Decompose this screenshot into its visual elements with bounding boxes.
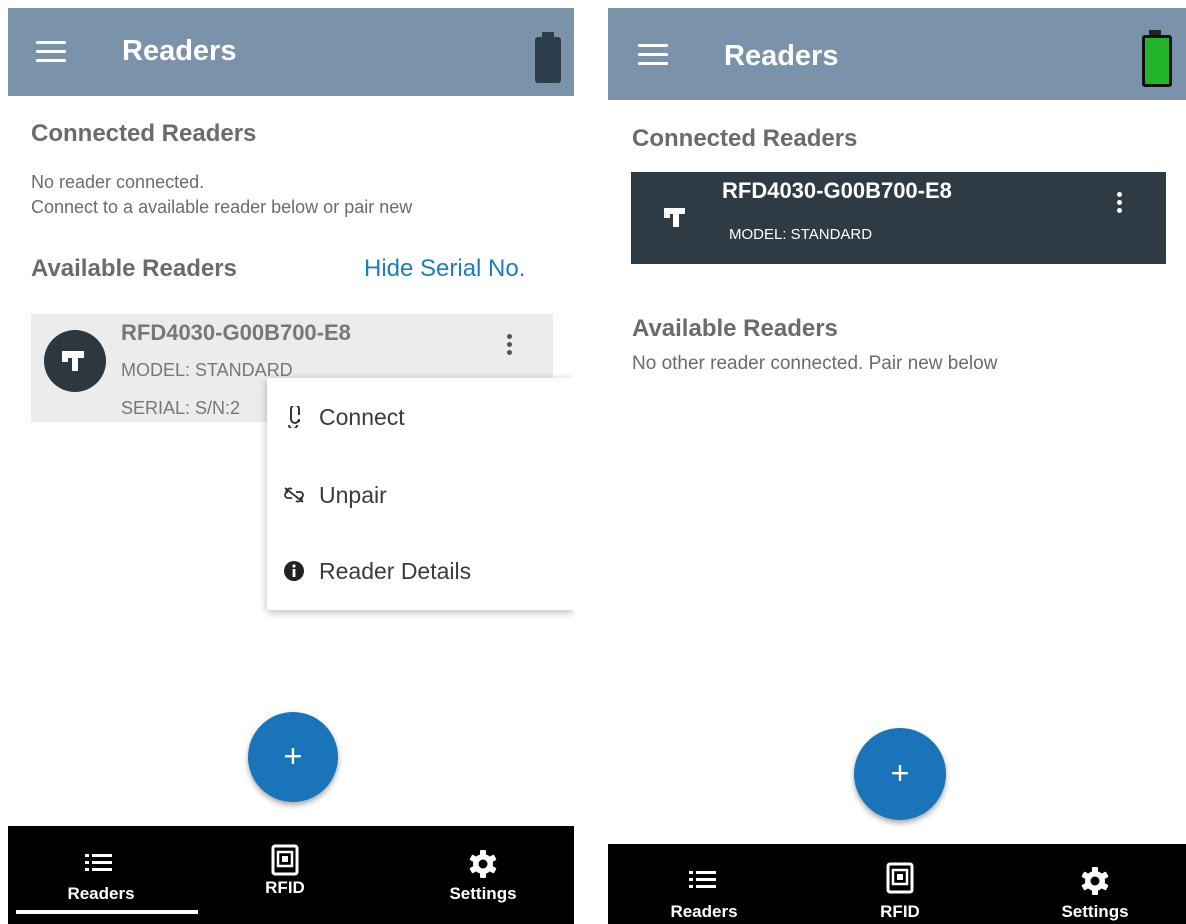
more-options-icon[interactable] — [1117, 192, 1123, 216]
nav-settings[interactable]: Settings — [403, 826, 563, 924]
menu-item-reader-details[interactable]: Reader Details — [267, 534, 574, 608]
available-readers-heading: Available Readers — [31, 255, 237, 282]
link-icon — [288, 406, 300, 428]
hamburger-menu-icon[interactable] — [36, 41, 66, 63]
nav-label: RFID — [265, 878, 305, 897]
readers-screen-menu-open: Readers Connected Readers No reader conn… — [8, 0, 574, 924]
bottom-navigation: Readers RFID Settings — [8, 826, 574, 924]
app-bar: Readers — [8, 8, 574, 96]
readers-screen-connected: Readers Connected Readers RFD4030-G00B70… — [608, 0, 1186, 924]
hide-serial-link[interactable]: Hide Serial No. — [364, 255, 525, 283]
app-title: Readers — [122, 35, 237, 67]
connected-readers-heading: Connected Readers — [31, 120, 257, 147]
menu-item-connect[interactable]: Connect — [267, 380, 574, 454]
rfid-icon — [271, 844, 299, 876]
rfid-icon — [886, 862, 914, 894]
pair-new-reader-button[interactable]: + — [248, 712, 338, 802]
gear-icon — [469, 850, 497, 878]
reader-device-icon — [664, 208, 685, 227]
plus-icon: + — [890, 754, 910, 791]
bottom-navigation: Readers RFID Settings — [608, 844, 1186, 924]
nav-settings[interactable]: Settings — [1015, 844, 1175, 924]
reader-serial: SERIAL: S/N:2 — [121, 398, 241, 418]
nav-label: Readers — [670, 902, 738, 921]
reader-context-menu: Connect Unpair Reader Details — [267, 378, 574, 610]
hamburger-menu-icon[interactable] — [638, 44, 668, 66]
list-icon — [689, 871, 716, 888]
reader-avatar — [44, 330, 106, 392]
list-icon — [85, 854, 112, 871]
menu-item-label: Reader Details — [319, 558, 472, 584]
menu-item-label: Unpair — [319, 482, 387, 508]
selected-tab-indicator — [16, 910, 198, 914]
info-icon — [284, 561, 304, 581]
battery-icon — [1142, 30, 1174, 88]
pair-new-reader-button[interactable]: + — [854, 728, 946, 820]
available-readers-heading: Available Readers — [632, 315, 838, 342]
plus-icon: + — [283, 737, 303, 774]
nav-label: RFID — [880, 902, 920, 921]
reader-device-icon — [62, 351, 84, 371]
nav-label: Readers — [67, 884, 135, 903]
connected-readers-heading: Connected Readers — [632, 125, 858, 152]
gear-icon — [1081, 867, 1109, 895]
nav-label: Settings — [1061, 902, 1129, 921]
reader-model: MODEL: STANDARD — [729, 226, 873, 243]
app-bar: Readers — [608, 8, 1186, 100]
more-options-icon[interactable] — [507, 334, 513, 358]
menu-item-label: Connect — [319, 404, 405, 430]
app-title: Readers — [724, 40, 839, 72]
nav-label: Settings — [449, 884, 517, 903]
nav-readers[interactable]: Readers — [624, 844, 784, 924]
unlink-icon — [284, 487, 304, 503]
nav-rfid[interactable]: RFID — [820, 844, 980, 924]
connected-reader-card[interactable]: RFD4030-G00B700-E8 MODEL: STANDARD — [631, 172, 1166, 264]
nav-rfid[interactable]: RFID — [205, 826, 365, 924]
reader-name: RFD4030-G00B700-E8 — [121, 320, 351, 345]
menu-item-unpair[interactable]: Unpair — [267, 458, 574, 532]
no-reader-message: No reader connected. — [31, 172, 205, 192]
connect-hint-message: Connect to a available reader below or p… — [31, 197, 413, 217]
no-other-reader-message: No other reader connected. Pair new belo… — [632, 353, 998, 374]
battery-icon — [535, 32, 565, 84]
reader-name: RFD4030-G00B700-E8 — [722, 178, 952, 203]
